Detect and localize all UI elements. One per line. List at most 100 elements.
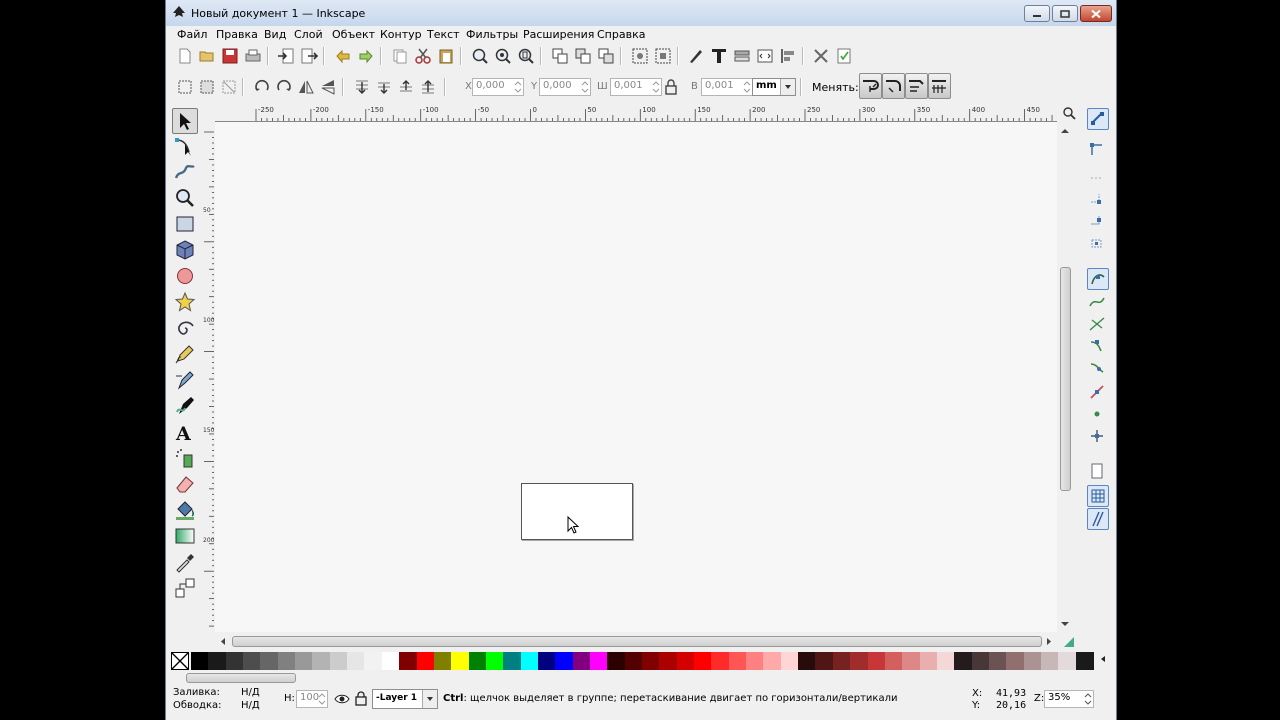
y-field[interactable]: 0,000 xyxy=(539,78,591,96)
spin-arrows-icon[interactable] xyxy=(1084,692,1092,706)
menu-path[interactable]: Контур xyxy=(380,28,422,41)
dropper-tool[interactable] xyxy=(173,550,197,574)
color-swatch[interactable] xyxy=(676,652,695,670)
spin-arrows-icon[interactable] xyxy=(743,80,751,94)
minimize-button[interactable] xyxy=(1024,5,1050,22)
color-swatch[interactable] xyxy=(832,652,851,670)
star-tool[interactable] xyxy=(173,290,197,314)
color-swatch[interactable] xyxy=(711,652,730,670)
zoom-corner-icon[interactable] xyxy=(1062,106,1076,120)
deselect-icon[interactable] xyxy=(220,78,238,96)
xml-editor-icon[interactable] xyxy=(756,47,774,65)
cut-icon[interactable] xyxy=(414,47,432,65)
snap-cusp-nodes-icon[interactable] xyxy=(1087,336,1107,356)
color-swatch[interactable] xyxy=(243,652,262,670)
color-swatch[interactable] xyxy=(225,652,244,670)
color-swatch[interactable] xyxy=(936,652,955,670)
menu-layer[interactable]: Слой xyxy=(294,28,323,41)
menu-file[interactable]: Файл xyxy=(177,28,207,41)
text-font-icon[interactable] xyxy=(710,47,728,65)
color-swatch[interactable] xyxy=(503,652,522,670)
snap-enable-toggle[interactable] xyxy=(1087,108,1109,130)
width-field[interactable]: 0,001 xyxy=(610,78,662,96)
color-swatch[interactable] xyxy=(416,652,435,670)
color-swatch[interactable] xyxy=(191,652,209,670)
zoom-drawing-icon[interactable] xyxy=(494,47,512,65)
lower-icon[interactable] xyxy=(375,78,393,96)
rotate-cw-icon[interactable] xyxy=(275,78,293,96)
color-swatch[interactable] xyxy=(555,652,574,670)
save-icon[interactable] xyxy=(221,47,239,65)
spin-arrows-icon[interactable] xyxy=(581,80,589,94)
color-swatch[interactable] xyxy=(850,652,869,670)
color-swatch[interactable] xyxy=(867,652,886,670)
transform-patterns-toggle[interactable] xyxy=(928,73,951,99)
fill-stroke-icon[interactable] xyxy=(687,47,705,65)
color-swatch[interactable] xyxy=(746,652,765,670)
opacity-field[interactable]: 100 xyxy=(296,690,328,708)
open-folder-icon[interactable] xyxy=(198,47,216,65)
x-field[interactable]: 0,000 xyxy=(472,78,524,96)
height-field[interactable]: 0,001 xyxy=(701,78,753,96)
color-swatch[interactable] xyxy=(798,652,817,670)
color-swatch[interactable] xyxy=(260,652,279,670)
menu-extensions[interactable]: Расширения xyxy=(523,28,594,41)
scroll-right-icon[interactable] xyxy=(1045,637,1053,646)
tweak-tool[interactable] xyxy=(173,160,197,184)
color-swatch[interactable] xyxy=(1040,652,1059,670)
raise-to-top-icon[interactable] xyxy=(419,78,437,96)
unit-select[interactable]: mm xyxy=(752,78,796,96)
color-swatch[interactable] xyxy=(1006,652,1025,670)
calligraphy-tool[interactable] xyxy=(173,394,197,418)
snap-bbox-corner-icon[interactable] xyxy=(1087,188,1107,208)
select-all-layers-icon[interactable] xyxy=(198,78,216,96)
chevron-down-icon[interactable] xyxy=(780,79,795,95)
node-tool[interactable] xyxy=(173,134,197,158)
no-paint-swatch[interactable] xyxy=(171,652,189,670)
align-distribute-icon[interactable] xyxy=(779,47,797,65)
snap-midpoints-icon[interactable] xyxy=(1087,382,1107,402)
zoom-page-icon[interactable] xyxy=(517,47,535,65)
color-swatch[interactable] xyxy=(728,652,747,670)
eraser-tool[interactable] xyxy=(173,472,197,496)
color-swatch[interactable] xyxy=(971,652,990,670)
color-swatch[interactable] xyxy=(208,652,227,670)
layers-icon[interactable] xyxy=(733,47,751,65)
flip-horizontal-icon[interactable] xyxy=(297,78,315,96)
snap-bbox-icon[interactable] xyxy=(1087,140,1107,160)
rotate-ccw-icon[interactable] xyxy=(253,78,271,96)
color-swatch[interactable] xyxy=(1075,652,1094,670)
ungroup-icon[interactable] xyxy=(654,47,672,65)
vertical-scrollbar[interactable] xyxy=(1059,122,1071,630)
color-swatch[interactable] xyxy=(815,652,834,670)
horizontal-scroll-thumb[interactable] xyxy=(232,636,1042,647)
snap-rotation-center-icon[interactable] xyxy=(1087,426,1107,446)
menu-object[interactable]: Объект xyxy=(332,28,375,41)
preferences-icon[interactable] xyxy=(812,47,830,65)
color-swatch[interactable] xyxy=(485,652,504,670)
eye-visibility-icon[interactable] xyxy=(334,692,350,706)
spin-arrows-icon[interactable] xyxy=(318,692,326,706)
color-swatch[interactable] xyxy=(624,652,643,670)
color-swatch[interactable] xyxy=(763,652,782,670)
copy-icon[interactable] xyxy=(391,47,409,65)
stroke-value[interactable]: Н/Д xyxy=(241,700,260,711)
duplicate-icon[interactable] xyxy=(551,47,569,65)
rectangle-tool[interactable] xyxy=(173,212,197,236)
import-icon[interactable] xyxy=(277,47,295,65)
print-icon[interactable] xyxy=(244,47,262,65)
flip-vertical-icon[interactable] xyxy=(319,78,337,96)
color-swatch[interactable] xyxy=(537,652,556,670)
layer-select[interactable]: -Layer 1 xyxy=(372,689,438,709)
ellipse-tool[interactable] xyxy=(173,264,197,288)
color-swatch[interactable] xyxy=(1058,652,1077,670)
snap-bbox-edge-icon[interactable] xyxy=(1087,164,1107,184)
pencil-tool[interactable] xyxy=(173,342,197,366)
raise-icon[interactable] xyxy=(397,78,415,96)
color-swatch[interactable] xyxy=(607,652,626,670)
vertical-scroll-thumb[interactable] xyxy=(1060,267,1071,491)
snap-object-center-icon[interactable] xyxy=(1087,404,1107,424)
color-swatch[interactable] xyxy=(295,652,314,670)
color-swatch[interactable] xyxy=(329,652,348,670)
select-all-icon[interactable] xyxy=(176,78,194,96)
